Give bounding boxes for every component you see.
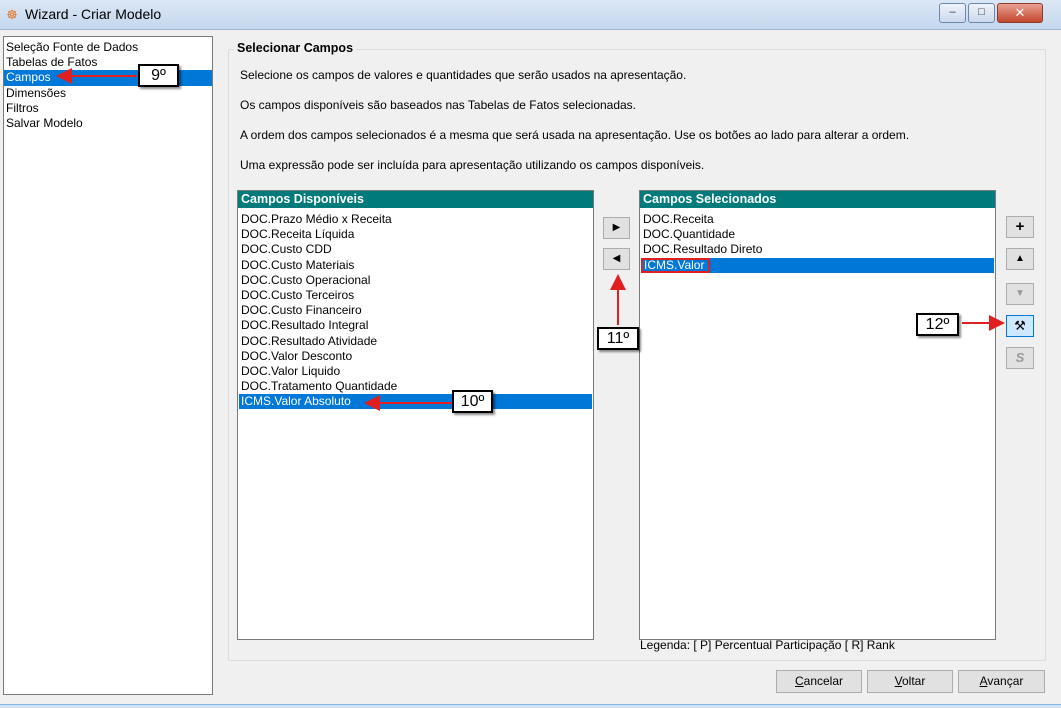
annotation-step12: 12º xyxy=(916,313,959,336)
annotation-step10: 10º xyxy=(452,390,493,413)
annotation-step11: 11º xyxy=(597,327,639,350)
annotation-step9: 9º xyxy=(138,64,179,87)
annotation-arrows xyxy=(56,68,1005,411)
